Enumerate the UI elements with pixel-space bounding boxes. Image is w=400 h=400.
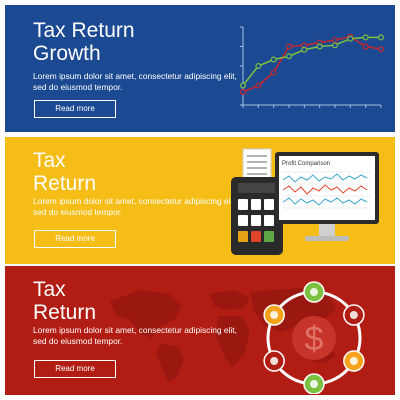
calculator-key — [238, 231, 248, 242]
data-point — [270, 69, 277, 76]
banner-title: Tax Return — [33, 278, 97, 324]
banner-text: Lorem ipsum dolor sit amet, consectetur … — [33, 196, 237, 217]
calculator-key — [251, 231, 261, 242]
banner-tax-return: Tax Return Lorem ipsum dolor sit amet, c… — [5, 137, 395, 264]
growth-line-chart — [240, 26, 385, 108]
bank-icon — [343, 304, 365, 326]
data-point — [301, 46, 308, 53]
document-icon — [303, 373, 325, 394]
chart-lines — [240, 33, 385, 95]
data-point — [362, 43, 369, 50]
monitor-icon: Profit Comparison — [275, 152, 379, 241]
people-icon — [263, 350, 285, 372]
chart-axes — [240, 26, 382, 108]
calculator-key — [238, 199, 248, 210]
read-more-button[interactable]: Read more — [34, 230, 116, 248]
calculator-key — [251, 215, 261, 226]
data-point — [240, 88, 247, 95]
calculator-key — [238, 215, 248, 226]
calculator-key — [251, 199, 261, 210]
dollar-coin-icon — [343, 350, 365, 372]
data-point — [331, 37, 338, 44]
banner-title: Tax Return — [33, 149, 97, 195]
chart-title: Profit Comparison — [282, 161, 330, 167]
user-icon — [303, 281, 325, 303]
data-point — [362, 34, 369, 41]
banner-title: Tax Return Growth — [33, 19, 135, 65]
tax-cycle-diagram: $ — [263, 281, 365, 394]
data-point — [285, 43, 292, 50]
dollar-symbol: $ — [305, 320, 324, 358]
data-point — [331, 42, 338, 49]
read-more-button[interactable]: Read more — [34, 100, 116, 118]
read-more-button[interactable]: Read more — [34, 360, 116, 378]
data-point — [270, 56, 277, 63]
data-point — [285, 53, 292, 60]
data-point — [347, 35, 354, 42]
banner-tax-return-map: Tax Return Lorem ipsum dolor sit amet, c… — [5, 266, 395, 395]
target-icon — [263, 304, 285, 326]
data-point — [255, 82, 262, 89]
banner-text: Lorem ipsum dolor sit amet, consectetur … — [33, 71, 237, 92]
banner-text: Lorem ipsum dolor sit amet, consectetur … — [33, 325, 237, 346]
data-point — [255, 62, 262, 69]
data-point — [240, 82, 247, 89]
banner-growth: Tax Return Growth Lorem ipsum dolor sit … — [5, 5, 395, 132]
data-point — [378, 34, 385, 41]
data-point — [378, 46, 385, 53]
data-point — [316, 43, 323, 50]
